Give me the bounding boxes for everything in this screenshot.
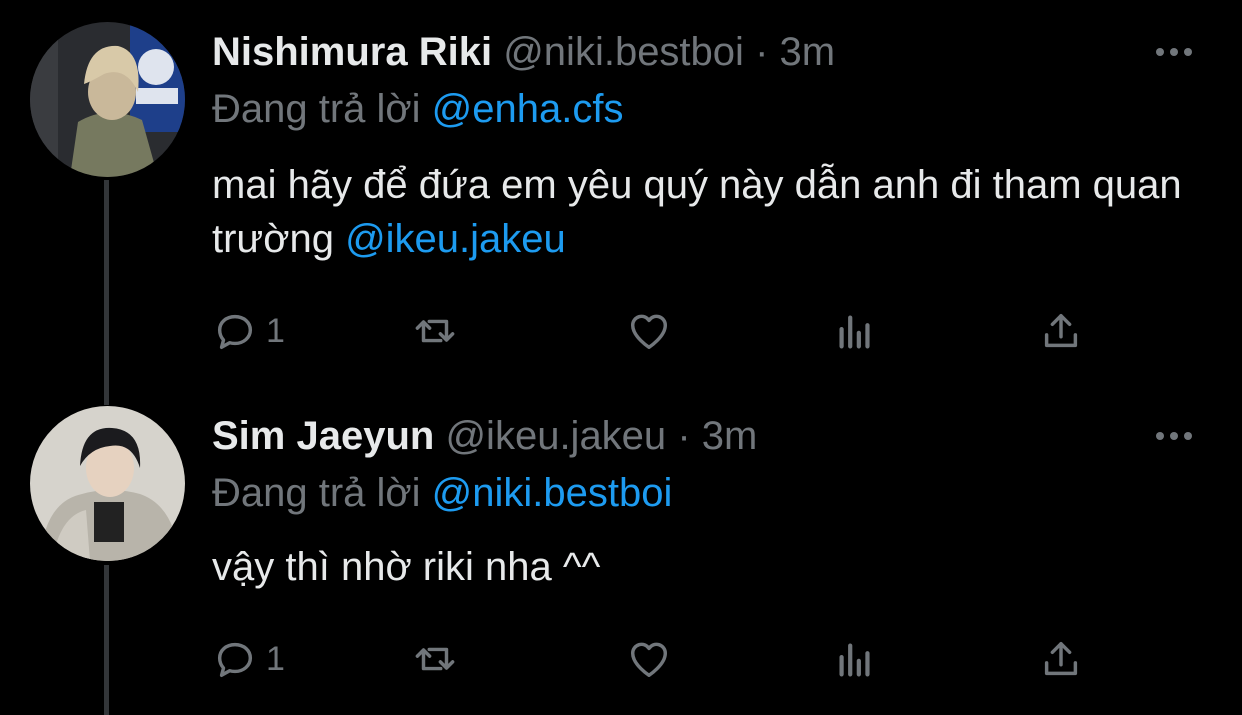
separator-dot: · (755, 30, 769, 74)
share-button[interactable] (1038, 634, 1084, 684)
retweet-icon (415, 319, 455, 343)
user-handle[interactable]: @niki.bestboi (503, 30, 744, 74)
more-options-button[interactable] (1154, 426, 1194, 446)
retweet-button[interactable] (412, 306, 458, 356)
tweet-actions: 1 (212, 306, 1112, 356)
replying-label: Đang trả lời (212, 87, 421, 131)
tweet-text: vậy thì nhờ riki nha ^^ (212, 540, 1202, 594)
user-handle[interactable]: @ikeu.jakeu (445, 414, 666, 458)
timestamp[interactable]: 3m (780, 30, 836, 74)
reply-count: 1 (266, 639, 285, 678)
retweet-icon (415, 647, 455, 671)
like-button[interactable] (626, 306, 672, 356)
more-icon (1156, 432, 1192, 440)
replying-to: Đang trả lời @niki.bestboi (212, 469, 672, 517)
avatar-image-jaeyun (30, 406, 185, 561)
reply-count: 1 (266, 311, 285, 350)
like-icon (630, 314, 668, 350)
tweet-actions: 1 (212, 634, 1112, 684)
replying-to-mention[interactable]: @niki.bestboi (432, 471, 673, 515)
share-icon (1044, 641, 1078, 676)
display-name[interactable]: Sim Jaeyun (212, 414, 434, 458)
tweet[interactable]: Nishimura Riki @niki.bestboi · 3m Đang t… (0, 0, 1242, 390)
tweet-text-mention[interactable]: @ikeu.jakeu (345, 217, 566, 261)
replying-to-mention[interactable]: @enha.cfs (432, 87, 624, 131)
tweet-header: Sim Jaeyun @ikeu.jakeu · 3m (212, 412, 757, 460)
like-icon (630, 642, 668, 678)
replying-label: Đang trả lời (212, 471, 421, 515)
replying-to: Đang trả lời @enha.cfs (212, 85, 624, 133)
share-button[interactable] (1038, 306, 1084, 356)
more-options-button[interactable] (1154, 42, 1194, 62)
tweet-text: mai hãy để đứa em yêu quý này dẫn anh đi… (212, 158, 1202, 266)
reply-button[interactable]: 1 (212, 306, 285, 356)
avatar[interactable] (30, 22, 185, 177)
reply-icon (217, 642, 253, 678)
display-name[interactable]: Nishimura Riki (212, 30, 492, 74)
share-icon (1044, 313, 1078, 348)
separator-dot: · (677, 414, 691, 458)
more-icon (1156, 48, 1192, 56)
analytics-button[interactable] (832, 306, 878, 356)
timestamp[interactable]: 3m (702, 414, 758, 458)
analytics-icon (839, 315, 870, 349)
avatar-image-riki (30, 22, 185, 177)
tweet[interactable]: Sim Jaeyun @ikeu.jakeu · 3m Đang trả lời… (0, 392, 1242, 715)
like-button[interactable] (626, 634, 672, 684)
reply-icon (217, 314, 253, 350)
analytics-icon (839, 643, 870, 677)
retweet-button[interactable] (412, 634, 458, 684)
tweet-header: Nishimura Riki @niki.bestboi · 3m (212, 28, 835, 76)
tweet-text-body: vậy thì nhờ riki nha ^^ (212, 545, 601, 589)
avatar[interactable] (30, 406, 185, 561)
analytics-button[interactable] (832, 634, 878, 684)
reply-button[interactable]: 1 (212, 634, 285, 684)
